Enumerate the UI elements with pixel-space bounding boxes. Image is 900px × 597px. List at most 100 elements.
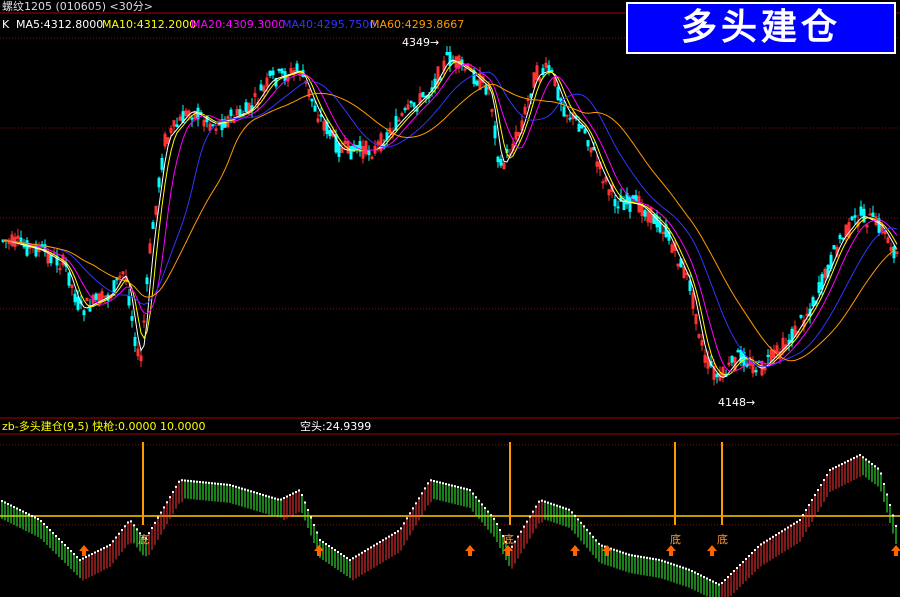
indicator-line-point [526,520,528,523]
indicator-line-point [601,544,603,547]
indicator-line-point [586,528,588,531]
indicator-line-point [7,503,9,505]
indicator-line-point [109,544,111,546]
candle-body [94,293,98,300]
indicator-line-point [205,481,207,484]
indicator-line-point [808,504,810,506]
indicator-line-point [661,559,663,562]
candle-body [280,68,284,74]
indicator-line-point [838,464,840,467]
indicator-line-point [352,557,354,560]
indicator-line-point [628,553,630,556]
candle-body [271,70,275,76]
indicator-line-point [442,482,444,485]
indicator-line-point [694,571,696,574]
candle-body [445,52,449,56]
indicator-line-point [394,532,396,534]
candle-body [268,70,272,76]
indicator-line-point [865,458,867,461]
indicator-line-point [160,511,162,514]
indicator-line-point [118,532,120,535]
bottom-marker-label: 底 [138,532,149,546]
candle-body [349,145,353,160]
indicator-line-point [85,556,87,558]
indicator-line-point [478,499,480,502]
indicator-line-point [853,457,855,459]
indicator-line-point [820,484,822,486]
candle-body [583,129,587,134]
indicator-line-point [358,553,360,556]
indicator-line-point [664,560,666,563]
indicator-line-point [121,529,123,531]
candle-body [547,65,551,72]
indicator-line-point [874,465,876,468]
indicator-line-point [430,479,432,482]
candle-body [820,274,824,290]
indicator-line-point [52,532,54,534]
candle-body [838,234,842,240]
buy-arrow-icon [891,545,900,556]
indicator-line-point [13,506,15,508]
indicator-line-point [553,503,555,506]
candle-body [277,68,281,72]
indicator-line-point [4,501,6,504]
indicator-line-point [559,505,561,508]
candle-body [397,119,401,122]
indicator-line-point [889,504,891,506]
indicator-line-point [769,537,771,540]
indicator-line-point [622,551,624,554]
indicator-line-point [412,507,414,510]
indicator-line-point [754,549,756,551]
indicator-line-point [859,454,861,456]
candle-body [337,143,341,157]
indicator-line-point [535,505,537,508]
buy-arrow-icon [570,545,580,556]
indicator-line-point [37,518,39,520]
indicator-line-point [679,565,681,568]
indicator-line-point [454,485,456,488]
high-arrow-icon: → [430,36,439,49]
indicator-line-point [868,460,870,463]
indicator-line-point [625,552,627,555]
indicator-line-point [250,490,252,493]
indicator-line-point [613,548,615,551]
indicator-line-point [286,495,288,498]
indicator-line-point [550,502,552,505]
indicator-line-point [487,510,489,513]
indicator-line-point [448,483,450,486]
short-value-label: 空头:24.9399 [300,419,371,433]
indicator-line-point [424,487,426,490]
indicator-line-point [649,557,651,560]
indicator-line-point [466,488,468,491]
indicator-line-point [364,550,366,552]
indicator-line-point [655,558,657,561]
indicator-line-point [631,554,633,557]
indicator-line-point [421,492,423,495]
indicator-line-point [346,557,348,559]
candle-body [658,221,662,233]
indicator-line-point [64,544,66,546]
stock-chart: 螺纹1205 (010605) <30分> K MA5:4312.8000 MA… [0,0,900,597]
candle-body [76,296,80,310]
candle-body [892,246,896,259]
candle-body [151,222,155,229]
indicator-line-point [271,496,273,499]
indicator-line-point [181,479,183,482]
indicator-line-point [178,480,180,483]
indicator-line-point [331,547,333,549]
indicator-line-point [817,489,819,491]
indicator-line-point [841,463,843,465]
bottom-marker-label: 底 [717,532,728,546]
indicator-line-point [28,513,30,516]
indicator-line-point [325,543,327,545]
indicator-line-point [736,567,738,569]
indicator-line-point [787,526,789,529]
indicator-line-point [133,524,135,527]
indicator-line-point [262,493,264,496]
indicator-line-point [220,483,222,486]
indicator-line-point [70,550,72,552]
indicator-line-point [496,523,498,525]
indicator-line-point [541,499,543,502]
indicator-line-point [334,549,336,551]
indicator-line-point [187,479,189,482]
